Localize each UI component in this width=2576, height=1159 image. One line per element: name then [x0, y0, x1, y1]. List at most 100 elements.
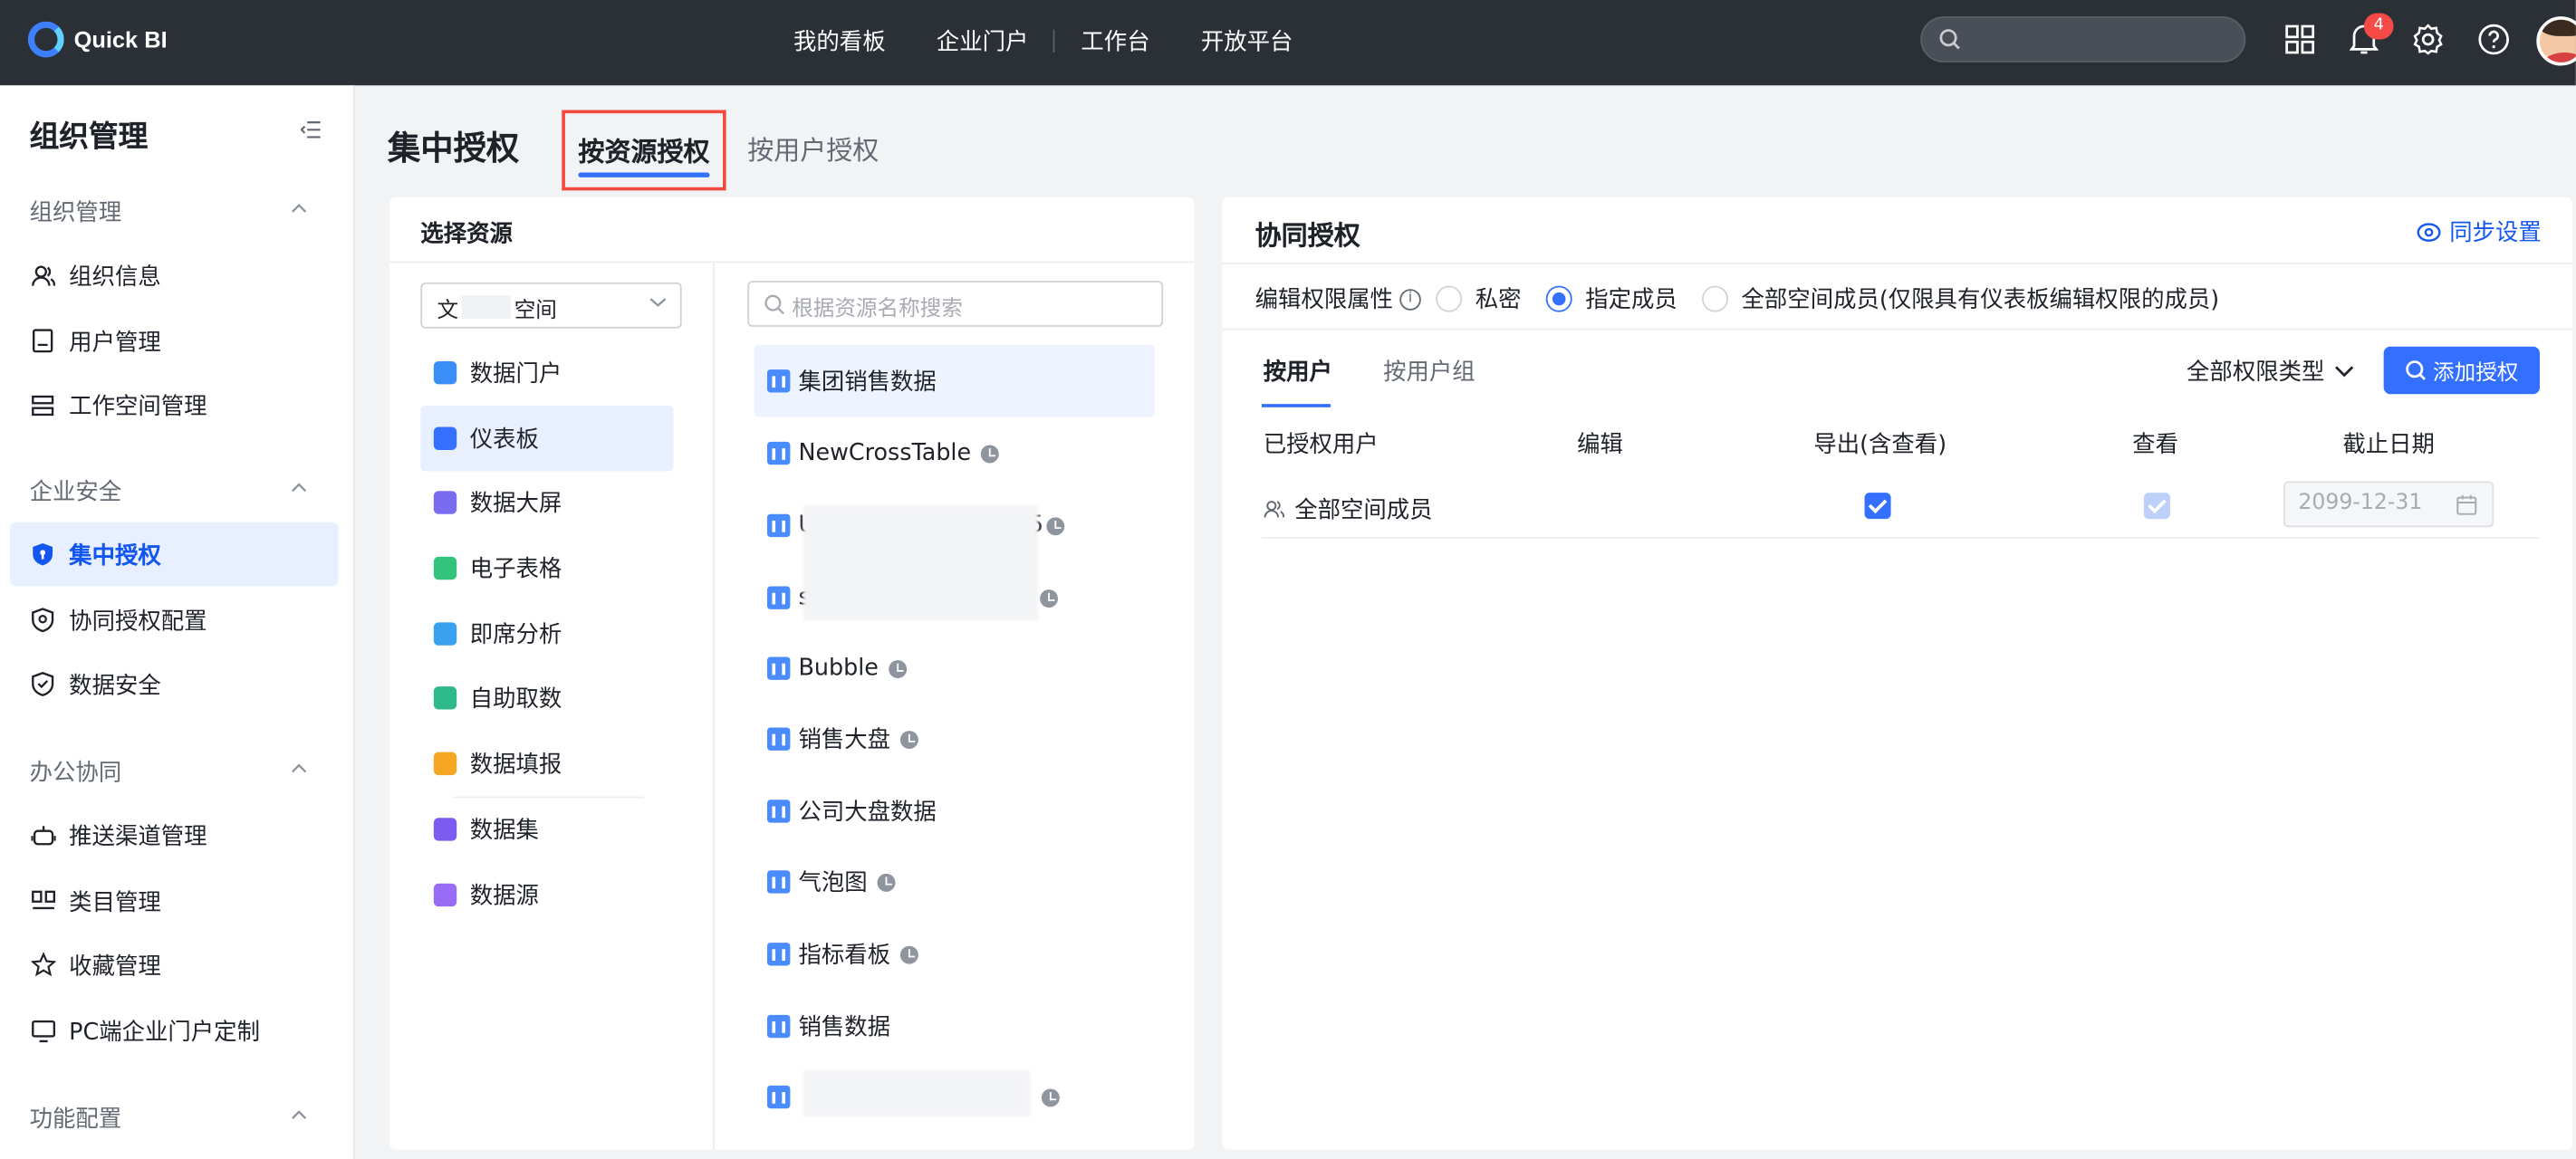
resource-type-item[interactable]: 数据集: [420, 797, 673, 863]
edit-permission-row: 编辑权限属性 i 私密 指定成员 全部空间成员(仅限具有仪表板编辑权限的成员): [1254, 283, 2220, 315]
sidebar-item-workspace-mgmt[interactable]: 工作空间管理: [10, 373, 339, 437]
user-avatar[interactable]: [2536, 16, 2576, 66]
permission-type-label: 全部权限类型: [2187, 359, 2325, 387]
chevron-up-icon[interactable]: [291, 202, 307, 214]
resource-type-item[interactable]: 数据填报: [420, 731, 673, 797]
view-checkbox-disabled: [2143, 493, 2170, 520]
perm-attr-label: 编辑权限属性: [1254, 287, 1394, 314]
dashboard-icon: [766, 800, 791, 823]
tab-by-resource[interactable]: 按资源授权: [562, 110, 726, 191]
resource-list-item[interactable]: 指标看板: [754, 918, 1155, 991]
calendar-icon: [2456, 494, 2477, 515]
info-icon[interactable]: i: [1399, 288, 1421, 310]
sidebar-group-collab[interactable]: 办公协同: [30, 755, 122, 788]
resource-type-label: 数据大屏: [469, 491, 562, 518]
divider: [713, 263, 715, 1150]
user-doc-icon: [30, 328, 56, 354]
clock-icon: [888, 659, 907, 678]
dashboard-icon: [766, 656, 791, 680]
permission-type-dropdown[interactable]: 全部权限类型: [2187, 355, 2354, 388]
dashboard-icon: [766, 1085, 791, 1109]
sidebar-item-category-mgmt[interactable]: 类目管理: [10, 868, 339, 933]
nav-my-dashboard[interactable]: 我的看板: [793, 24, 886, 57]
resource-search-input[interactable]: 根据资源名称搜索: [747, 281, 1164, 327]
active-tab-underline: [578, 172, 710, 177]
sidebar-item-favorites-mgmt[interactable]: 收藏管理: [10, 933, 339, 997]
sync-settings-label: 同步设置: [2449, 220, 2542, 247]
sidebar-item-push-channel[interactable]: 推送渠道管理: [10, 803, 339, 867]
add-auth-button[interactable]: 添加授权: [2383, 346, 2540, 395]
divider: [1222, 263, 2573, 265]
resource-list-item[interactable]: 销售数据: [754, 991, 1155, 1063]
sidebar-item-org-info[interactable]: 组织信息: [10, 243, 339, 307]
expiry-date-input: 2099-12-31: [2283, 481, 2494, 528]
chevron-up-icon[interactable]: [291, 481, 307, 493]
top-bar: Quick BI 我的看板 企业门户 工作台 开放平台 4: [0, 0, 2576, 86]
workspace-select[interactable]: 文 空间: [420, 282, 682, 329]
resource-type-item[interactable]: 电子表格: [420, 535, 673, 601]
apps-grid-icon[interactable]: [2282, 22, 2318, 58]
stack-icon: [30, 392, 56, 418]
resource-list-item[interactable]: 集团销售数据: [754, 344, 1156, 417]
sidebar-item-label: 类目管理: [69, 889, 161, 916]
resource-type-item[interactable]: 数据大屏: [420, 470, 673, 536]
collapse-menu-icon[interactable]: [300, 120, 322, 139]
nav-workbench[interactable]: 工作台: [1081, 24, 1149, 57]
resource-type-label: 自助取数: [469, 686, 562, 714]
active-subtab-underline: [1261, 404, 1331, 407]
resource-type-item[interactable]: 即席分析: [420, 601, 673, 667]
resource-name: 销售大盘: [798, 727, 891, 754]
sidebar-item-label: 组织信息: [69, 263, 161, 291]
clock-icon: [877, 872, 896, 891]
resource-list-item[interactable]: 销售大盘: [754, 703, 1155, 775]
radio-private[interactable]: [1436, 285, 1463, 312]
sidebar-group-security[interactable]: 企业安全: [30, 474, 122, 507]
resource-list-item[interactable]: NewCrossTable: [754, 417, 1155, 490]
nav-open-platform[interactable]: 开放平台: [1201, 24, 1293, 57]
resource-list-item[interactable]: 公司大盘数据: [754, 775, 1155, 848]
resource-name: 公司大盘数据: [798, 800, 937, 827]
sidebar-item-central-auth[interactable]: 集中授权: [9, 522, 339, 587]
radio-all-members[interactable]: [1701, 285, 1729, 312]
gear-icon[interactable]: [2410, 22, 2446, 58]
resource-type-item[interactable]: 仪表板: [420, 405, 674, 472]
app-logo[interactable]: Quick BI: [27, 21, 168, 58]
sidebar-item-label: 用户管理: [69, 329, 161, 356]
radio-specified-label[interactable]: 指定成员: [1585, 283, 1677, 315]
clock-icon: [981, 444, 999, 463]
sidebar-item-pc-portal[interactable]: PC端企业门户定制: [10, 999, 339, 1063]
resource-list-item[interactable]: Bubble: [754, 632, 1155, 704]
subtab-by-user[interactable]: 按用户: [1264, 355, 1332, 388]
sidebar-group-org[interactable]: 组织管理: [30, 196, 122, 228]
search-icon: [764, 294, 784, 315]
col-header-expiry: 截止日期: [2342, 432, 2435, 459]
chevron-up-icon[interactable]: [291, 762, 307, 774]
sidebar-item-collab-auth-config[interactable]: 协同授权配置: [10, 588, 339, 652]
robot-icon: [30, 822, 56, 848]
sync-settings-link[interactable]: 同步设置: [2417, 216, 2542, 248]
radio-private-label[interactable]: 私密: [1475, 283, 1522, 315]
help-icon[interactable]: [2475, 22, 2512, 58]
subtab-by-user-group[interactable]: 按用户组: [1383, 355, 1475, 388]
resource-type-item[interactable]: 自助取数: [420, 666, 673, 732]
nav-enterprise-portal[interactable]: 企业门户: [937, 24, 1029, 57]
resource-list-item[interactable]: 气泡图: [754, 846, 1155, 918]
resource-name: 气泡图: [798, 870, 868, 897]
clock-icon: [899, 944, 918, 963]
sidebar-item-data-security[interactable]: 数据安全: [10, 652, 339, 716]
radio-all-label[interactable]: 全部空间成员(仅限具有仪表板编辑权限的成员): [1742, 283, 2220, 315]
col-header-edit: 编辑: [1577, 432, 1623, 459]
sidebar-group-features[interactable]: 功能配置: [30, 1102, 122, 1135]
radio-specified-members[interactable]: [1545, 285, 1572, 312]
dashboard-icon: [766, 727, 791, 751]
resource-type-icon: [433, 556, 457, 580]
sidebar-item-user-mgmt[interactable]: 用户管理: [10, 309, 339, 373]
add-auth-label: 添加授权: [2433, 361, 2519, 387]
tab-by-user[interactable]: 按用户授权: [747, 128, 879, 168]
global-search-input[interactable]: [1920, 16, 2246, 62]
export-checkbox[interactable]: [1864, 493, 1891, 520]
resource-type-item[interactable]: 数据门户: [420, 340, 673, 406]
resource-type-item[interactable]: 数据源: [420, 862, 673, 928]
col-header-view: 查看: [2132, 432, 2178, 459]
chevron-up-icon[interactable]: [291, 1108, 307, 1120]
